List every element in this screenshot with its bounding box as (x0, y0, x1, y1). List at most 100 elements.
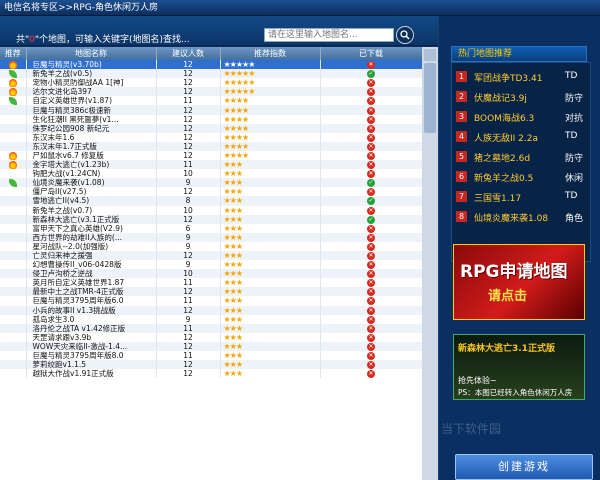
table-row[interactable]: 东汉末年1.6 12 ★★★★ ✕ (0, 132, 422, 142)
table-row[interactable]: 生化狂潮II 黑死噩夢(v1... 12 ★★★★ ✕ (0, 114, 422, 124)
not-downloaded-x-icon: ✕ (367, 61, 375, 70)
table-row[interactable]: 僵尸岛II(v27.5) 12 ★★★ ✕ (0, 187, 422, 197)
table-row[interactable]: 最新中土之战TMR-4正式版 12 ★★★ ✕ (0, 287, 422, 297)
table-row[interactable]: 天罡请求跟v3.9b 12 ★★★ ✕ (0, 332, 422, 342)
table-row[interactable]: WOW天灾来临II-激战-1.4... 12 ★★★ ✕ (0, 341, 422, 351)
hot-map-item[interactable]: 1 军团战争TD3.41 TD (452, 67, 592, 89)
players: 12 (156, 60, 221, 70)
rating-stars: ★★★ (220, 341, 321, 351)
not-downloaded-x-icon: ✕ (367, 361, 375, 370)
hot-map-item[interactable]: 8 仙境炎魔来袭1.08 角色 (452, 207, 592, 229)
col-rating[interactable]: 推荐指数 (220, 47, 321, 60)
recommend-cell (0, 105, 27, 115)
hot-map-item[interactable]: 7 三国雪1.17 TD (452, 187, 592, 209)
table-row[interactable]: 巨魔与精灵3795周年版8.0 11 ★★★ ✕ (0, 351, 422, 361)
map-name: 天罡请求跟v3.9b (26, 332, 157, 342)
table-row[interactable]: 幻想曹操传II_v06-0428版 9 ★★★ ✕ (0, 260, 422, 270)
table-row[interactable]: 巨魔与精灵3795周年版6.0 11 ★★★ ✕ (0, 296, 422, 306)
downloaded-status: ✕ (320, 369, 422, 379)
table-row[interactable]: 自定义英雄世界(v1.87) 11 ★★★★ ✕ (0, 96, 422, 106)
map-name: 自定义英雄世界(v1.87) (26, 96, 157, 106)
map-name: WOW天灾来临II-激战-1.4... (26, 341, 157, 351)
downloaded-status: ✕ (320, 187, 422, 197)
hot-map-name: 三国雪1.17 (474, 194, 522, 204)
hot-map-tag: 防守 (565, 94, 584, 104)
players: 11 (156, 323, 221, 333)
table-row[interactable]: 达尔文进化岛397 12 ★★★★★ ✕ (0, 87, 422, 97)
recommend-cell (0, 114, 27, 124)
table-row[interactable]: 金字塔大逃亡(v1.23b) 11 ★★★ ✕ (0, 160, 422, 170)
table-row[interactable]: 宠物小精灵防御战AA 1[神] 12 ★★★★★ ✕ (0, 78, 422, 88)
table-row[interactable]: 尸如鼠水v6.7 修复版 12 ★★★★ ✕ (0, 150, 422, 161)
table-row[interactable]: 雪地逃亡II(v4.5) 8 ★★★ ✓ (0, 196, 422, 206)
table-row[interactable]: 萝莉绞跑v1.1.5 12 ★★★ ✕ (0, 360, 422, 370)
count-suffix: "个地图，可输入关键字(地图名)查找... (34, 35, 190, 45)
col-players[interactable]: 建议人数 (156, 47, 221, 60)
hot-map-tag: 防守 (565, 154, 584, 164)
hot-icon (8, 79, 17, 88)
map-name: 英月所自定义英雄世界1.87 (26, 278, 157, 288)
table-row[interactable]: 侵卫卢沟桥之逆战 10 ★★★ ✕ (0, 269, 422, 279)
table-row[interactable]: 巨魔与精灵386c极速新 12 ★★★★ ✕ (0, 105, 422, 115)
recommend-cell (0, 369, 27, 379)
hot-maps-header: 热门地图推荐 (451, 46, 587, 62)
hot-icon (8, 61, 17, 70)
rating-stars: ★★★ (220, 232, 321, 242)
scroll-thumb[interactable] (424, 63, 436, 133)
table-row[interactable]: 新森林大逃亡(v3.1正式版 12 ★★★ ✓ (0, 214, 422, 224)
table-row[interactable]: 洛丹伦之战TA v1.42修正版 11 ★★★ ✕ (0, 323, 422, 333)
scroll-up-button[interactable] (424, 49, 436, 61)
players: 12 (156, 250, 221, 261)
recommend-cell (0, 132, 27, 142)
create-game-button[interactable]: 创建游戏 (455, 454, 593, 480)
not-downloaded-x-icon: ✕ (367, 142, 375, 151)
rating-stars: ★★★ (220, 360, 321, 370)
rating-stars: ★★★ (220, 241, 321, 251)
hot-map-item[interactable]: 5 猪之墓地2.6d 防守 (452, 147, 592, 169)
table-row[interactable]: 星河战队--2.0(加强版) 9 ★★★ ✕ (0, 241, 422, 251)
rating-stars: ★★★ (220, 223, 321, 233)
apply-map-banner[interactable]: RPG申请地图 请点击 (453, 244, 585, 320)
col-downloaded[interactable]: 已下载 (320, 47, 422, 60)
recommend-cell (0, 150, 27, 161)
table-row[interactable]: 亡灵归来神之援强 12 ★★★ ✕ (0, 250, 422, 261)
banner-text: PS：本图已经转入角色休闲万人房 (458, 388, 573, 397)
search-button[interactable] (396, 26, 414, 44)
hot-map-item[interactable]: 3 BOOM海战6.3 对抗 (452, 107, 592, 129)
scrollbar[interactable] (422, 47, 438, 480)
hot-map-item[interactable]: 2 伏魔战记3.9j 防守 (452, 87, 592, 109)
table-row[interactable]: 东汉末年1.7正式版 12 ★★★★ ✕ (0, 141, 422, 151)
table-row[interactable]: 新兔羊之战(v0.7) 10 ★★★ ✕ (0, 205, 422, 215)
not-downloaded-x-icon: ✕ (367, 242, 375, 251)
downloaded-status: ✕ (320, 260, 422, 270)
downloaded-status: ✕ (320, 332, 422, 342)
rating-stars: ★★★ (220, 160, 321, 170)
recommend-cell (0, 223, 27, 233)
map-name: 巨魔与精灵3795周年版6.0 (26, 296, 157, 306)
table-row[interactable]: 富甲天下之真心英雄(V2.9) 6 ★★★ ✕ (0, 223, 422, 233)
players: 12 (156, 305, 221, 315)
table-row[interactable]: 仙境炎魔来袭(v1.08) 9 ★★★ ✓ (0, 178, 422, 188)
hot-map-item[interactable]: 4 人族无敌II 2.2a TD (452, 127, 592, 149)
table-row[interactable]: 孤岛求生3.0 9 ★★★ ✕ (0, 314, 422, 324)
col-map-name[interactable]: 地图名称 (26, 47, 157, 60)
col-recommend[interactable]: 推荐 (0, 47, 27, 60)
map-name: 新兔羊之战(v0.7) (26, 205, 157, 215)
table-row[interactable]: 英月所自定义英雄世界1.87 11 ★★★ ✕ (0, 278, 422, 288)
rating-stars: ★★★★ (220, 132, 321, 142)
players: 12 (156, 360, 221, 370)
table-row[interactable]: 侏罗纪公园908 新纪元 12 ★★★★ ✕ (0, 123, 422, 133)
new-map-banner[interactable]: 新森林大逃亡3.1正式版 抢先体验~ PS：本图已经转入角色休闲万人房 (453, 334, 585, 400)
table-row[interactable]: 钩肥大战(v1.24CN) 10 ★★★ ✕ (0, 169, 422, 179)
table-row[interactable]: 巨魔与精灵(v3.70b) 12 ★★★★★ ✕ (0, 60, 422, 70)
not-downloaded-x-icon: ✕ (367, 188, 375, 197)
search-input[interactable] (264, 28, 394, 42)
rating-stars: ★★★ (220, 332, 321, 342)
table-row[interactable]: 越狱大作战v1.91正式版 12 ★★★ ✕ (0, 369, 422, 379)
rating-stars: ★★★ (220, 187, 321, 197)
table-row[interactable]: 小兵的故事II v1.3挑战版 12 ★★★ ✕ (0, 305, 422, 315)
downloaded-status: ✕ (320, 160, 422, 170)
table-row[interactable]: 新兔羊之战(v0.5) 12 ★★★★★ ✓ (0, 69, 422, 79)
hot-map-item[interactable]: 6 新兔羊之战0.5 休闲 (452, 167, 592, 189)
table-row[interactable]: 西方世界的劫难II人族的(... 9 ★★★ ✕ (0, 232, 422, 242)
